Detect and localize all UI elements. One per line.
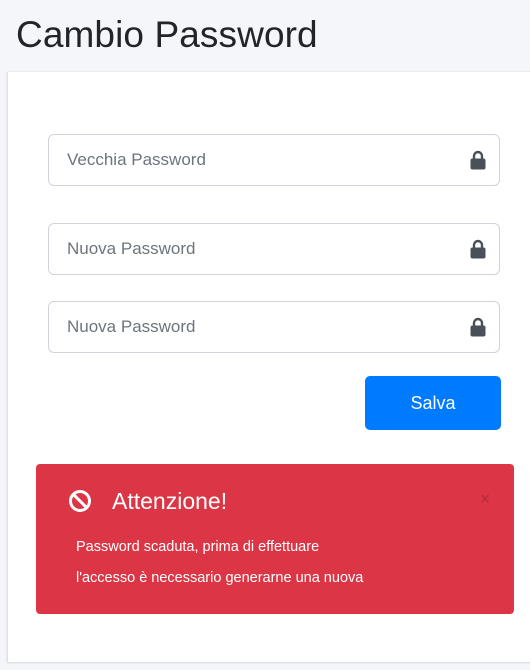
lock-icon xyxy=(470,150,486,170)
confirm-password-input[interactable] xyxy=(49,302,444,352)
alert-title: Attenzione! xyxy=(112,487,228,514)
lock-icon xyxy=(470,239,486,259)
new-password-input[interactable] xyxy=(49,224,444,274)
alert-message: Password scaduta, prima di effettuare l'… xyxy=(76,532,363,594)
change-password-card: Salva Attenzione! × Password scaduta, pr… xyxy=(7,72,530,663)
error-alert: Attenzione! × Password scaduta, prima di… xyxy=(36,464,514,614)
lock-icon xyxy=(470,317,486,337)
new-password-group xyxy=(48,223,500,275)
page-title: Cambio Password xyxy=(16,14,318,55)
old-password-group xyxy=(48,134,500,186)
save-button[interactable]: Salva xyxy=(365,376,501,430)
ban-icon xyxy=(69,490,91,512)
old-password-input[interactable] xyxy=(49,135,444,185)
confirm-password-group xyxy=(48,301,500,353)
change-password-page: Cambio Password Salva Attenzione! × Pass… xyxy=(0,0,530,670)
close-icon[interactable]: × xyxy=(476,488,494,510)
alert-message-line-1: Password scaduta, prima di effettuare xyxy=(76,539,320,555)
alert-header: Attenzione! xyxy=(68,484,227,518)
alert-message-line-2: l'accesso è necessario generarne una nuo… xyxy=(76,570,364,586)
